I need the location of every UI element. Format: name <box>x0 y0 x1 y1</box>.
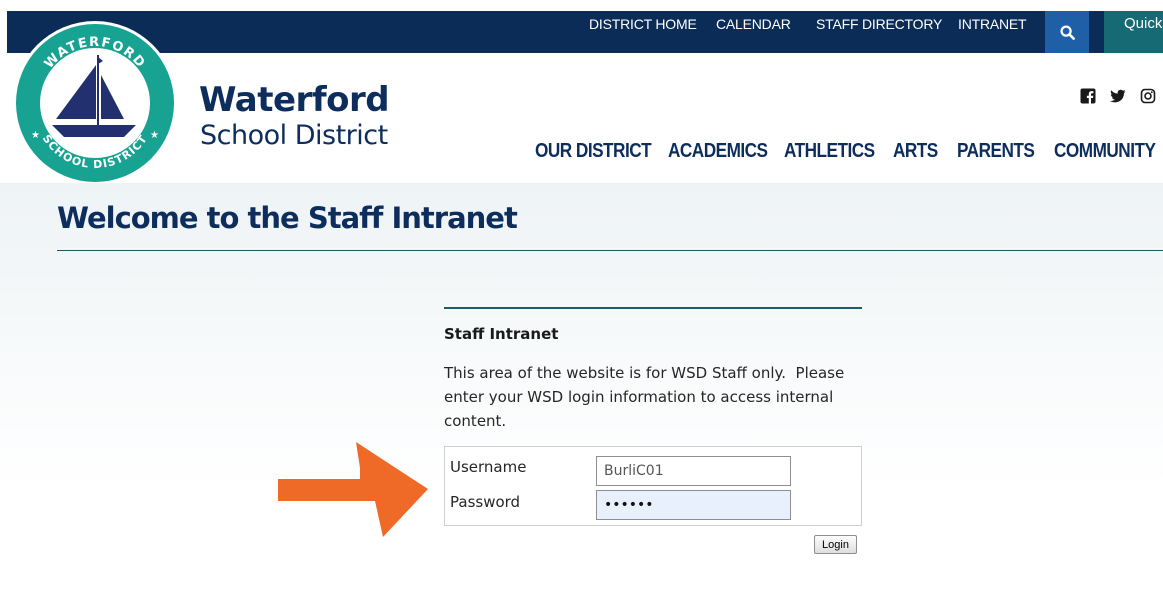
topbar-link-intranet[interactable]: INTRANET <box>958 11 1027 53</box>
username-input[interactable] <box>596 456 791 486</box>
nav-academics[interactable]: ACADEMICS <box>668 140 768 163</box>
topbar-link-district-home[interactable]: DISTRICT HOME <box>589 11 697 53</box>
panel-description: This area of the website is for WSD Staf… <box>444 364 849 430</box>
topbar-link-calendar[interactable]: CALENDAR <box>716 11 791 53</box>
nav-arts[interactable]: ARTS <box>893 140 938 163</box>
twitter-icon[interactable] <box>1110 88 1126 104</box>
quick-links-button[interactable]: Quick <box>1104 11 1163 53</box>
panel-divider <box>444 307 862 309</box>
nav-parents[interactable]: PARENTS <box>957 140 1035 163</box>
svg-text:★: ★ <box>150 130 159 141</box>
top-utility-bar: DISTRICT HOME CALENDAR STAFF DIRECTORY I… <box>7 11 1163 53</box>
svg-text:★: ★ <box>31 130 40 141</box>
password-label: Password <box>450 493 521 511</box>
login-button[interactable]: Login <box>814 535 857 554</box>
instagram-icon[interactable] <box>1140 88 1156 104</box>
username-label: Username <box>450 458 527 476</box>
brand-name[interactable]: Waterford <box>199 80 390 120</box>
search-icon <box>1059 24 1075 40</box>
nav-athletics[interactable]: ATHLETICS <box>784 140 875 163</box>
panel-heading: Staff Intranet <box>444 325 559 343</box>
district-logo[interactable]: WATERFORD SCHOOL DISTRICT ★ ★ <box>12 15 178 187</box>
nav-our-district[interactable]: OUR DISTRICT <box>535 140 652 163</box>
title-divider <box>57 250 1163 251</box>
page-title: Welcome to the Staff Intranet <box>57 201 518 235</box>
orange-arrow-annotation <box>278 442 428 537</box>
password-input[interactable] <box>596 490 791 520</box>
search-button[interactable] <box>1045 11 1089 53</box>
nav-community[interactable]: COMMUNITY <box>1054 140 1156 163</box>
brand-subtitle[interactable]: School District <box>200 120 388 151</box>
topbar-link-staff-directory[interactable]: STAFF DIRECTORY <box>816 11 942 53</box>
facebook-icon[interactable] <box>1080 88 1096 104</box>
